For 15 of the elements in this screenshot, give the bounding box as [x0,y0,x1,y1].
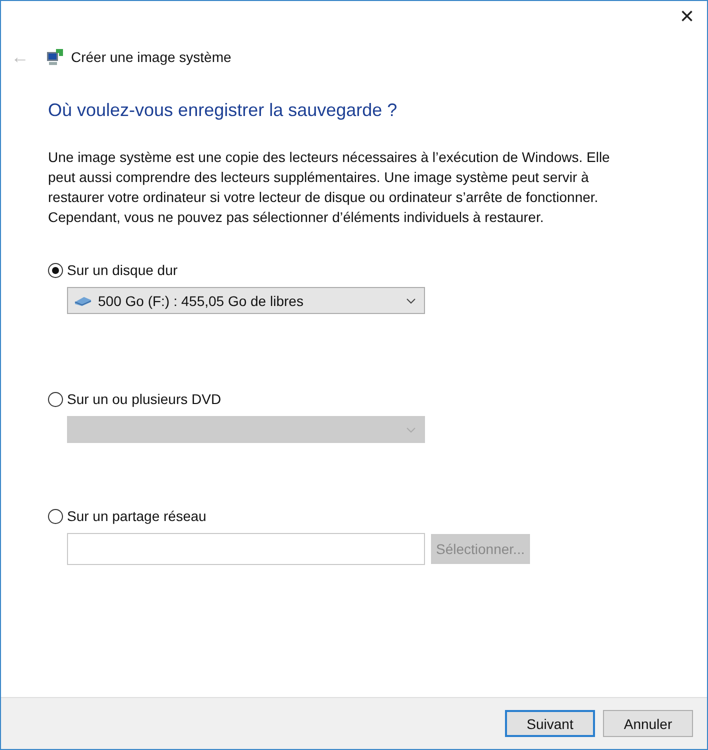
drive-dropdown[interactable]: 500 Go (F:) : 455,05 Go de libres [67,287,425,314]
computer-backup-icon [46,48,64,66]
window-title: Créer une image système [71,49,232,65]
drive-icon [74,296,92,306]
close-button[interactable]: × [678,7,696,27]
dialog-button[interactable]: Suivant [505,710,595,737]
network-path-field[interactable] [67,533,425,565]
chevron-down-icon [406,426,416,432]
description-text: Une image système est une copie des lecteurs nécessaires à l’exécution de Windows. Elle peut aussi comprendre des lecteurs supplémentaires. Une image système peut servir à restaurer votre ordinateur si votre lecteur de disque ou ordinateur s’arrête de fonctionner. Cependant, vous ne pouvez pas sélectionner d’éléments individuels à restaurer. [48,148,611,227]
dropdown-value: 500 Go (F:) : 455,05 Go de libres [98,292,304,308]
option-label[interactable]: Sur un disque dur [67,262,178,278]
page-heading: Où voulez-vous enregistrer la sauvegarde ? [48,99,398,122]
chevron-down-icon [406,298,416,304]
radio-button[interactable] [48,262,63,278]
dialog-button[interactable]: Annuler [603,710,693,737]
